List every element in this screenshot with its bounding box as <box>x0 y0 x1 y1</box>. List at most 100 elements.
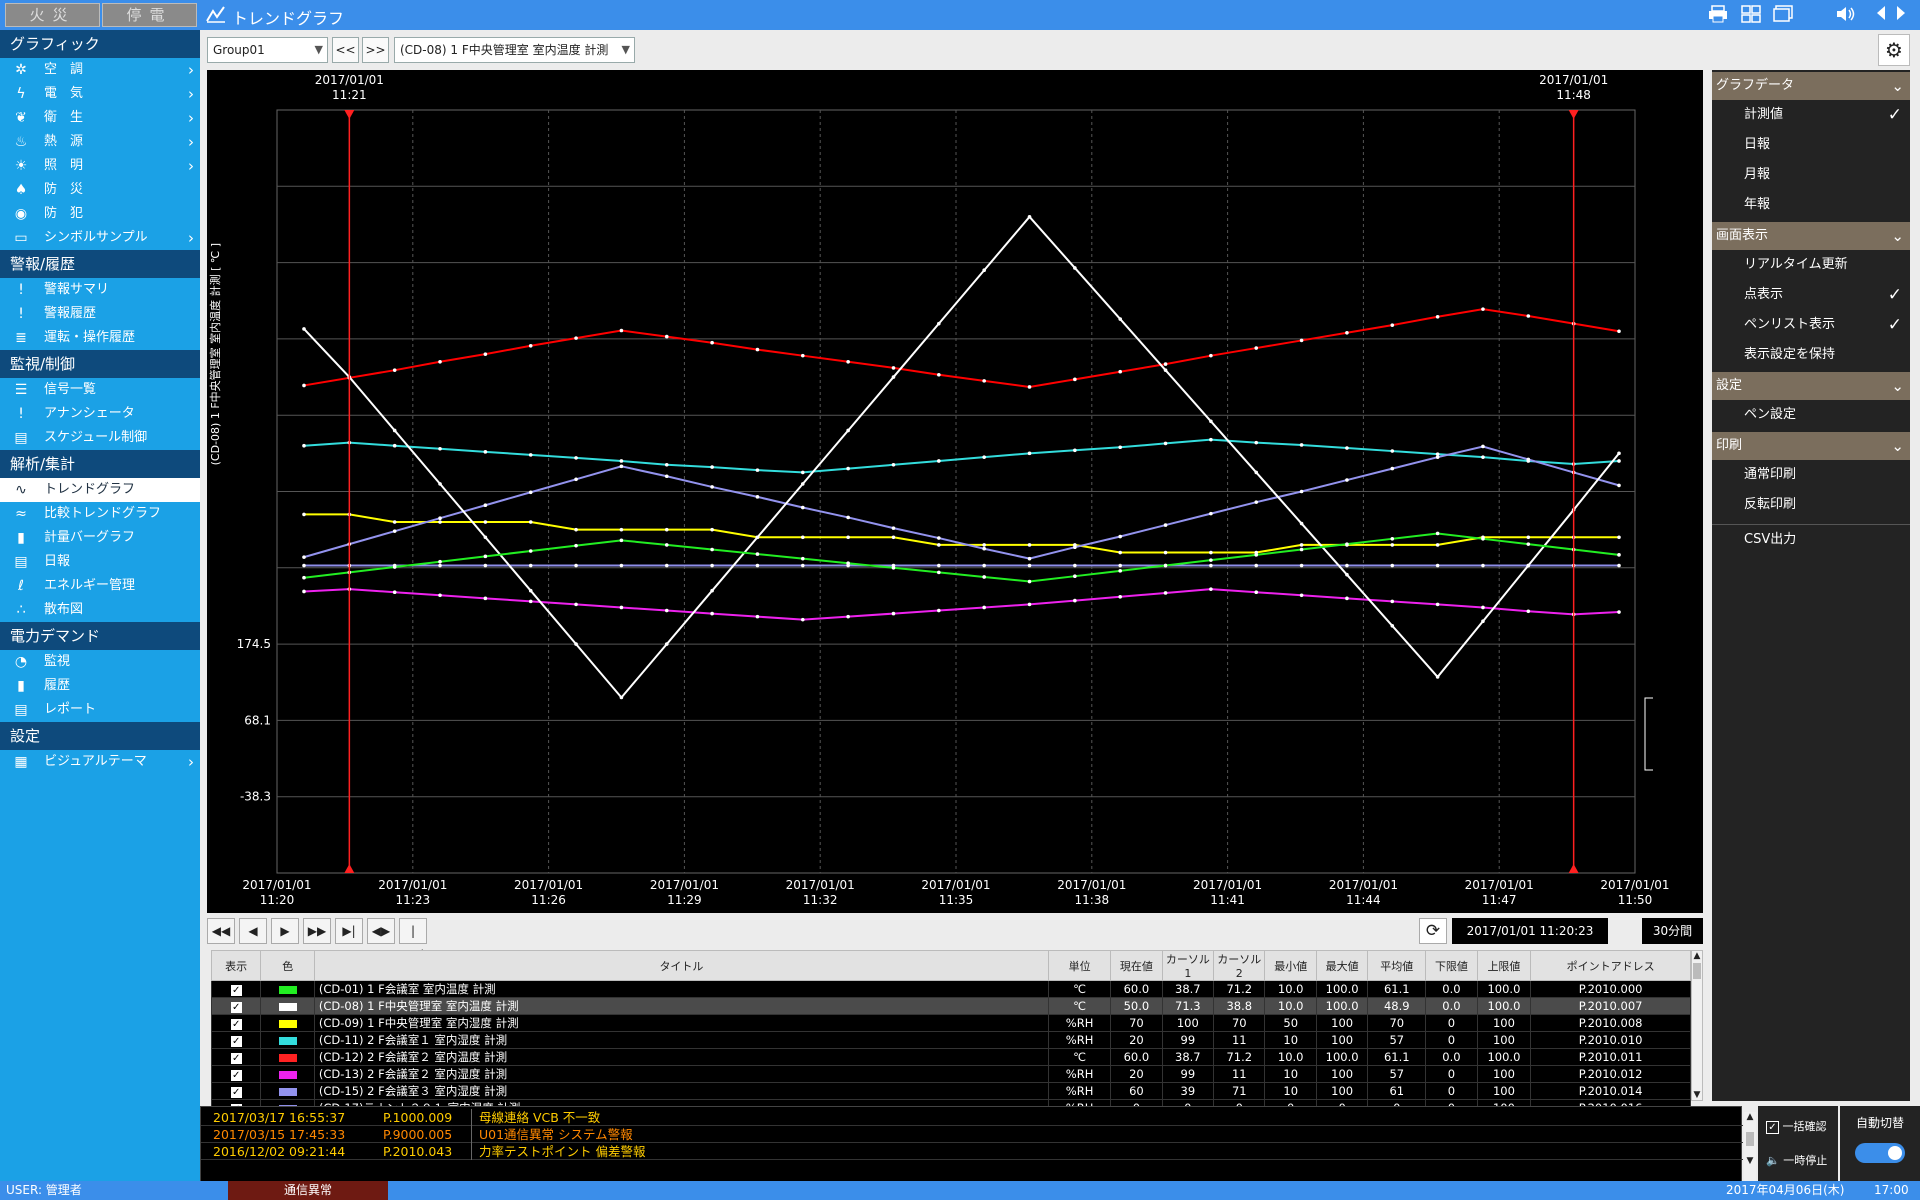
refresh-icon[interactable]: ⟳ <box>1419 918 1447 944</box>
column-header[interactable]: 平均値 <box>1367 950 1427 981</box>
table-scrollbar[interactable]: ▲ ▼ <box>1691 950 1703 1101</box>
column-header[interactable]: 下限値 <box>1425 950 1478 981</box>
sidebar-item[interactable]: ℓ エネルギー管理 <box>0 574 200 598</box>
panel-menu-item[interactable]: 反転印刷 <box>1712 490 1910 520</box>
panel-section-header[interactable]: 印刷 ⌄ <box>1712 432 1910 460</box>
jump-end-icon[interactable]: ▶| <box>335 918 363 944</box>
panel-menu-item[interactable]: 年報 <box>1712 190 1910 220</box>
printer-icon[interactable] <box>1707 5 1729 25</box>
column-header[interactable]: 単位 <box>1048 950 1112 981</box>
alarm-log-row[interactable]: 2017/03/17 16:55:37 P.1000.009 母線連絡 VCB 不一… <box>201 1109 1743 1126</box>
grid-icon[interactable] <box>1740 5 1762 25</box>
table-row[interactable]: ✓ (CD-15) 2 F会議室３ 室内湿度 計測 %RH 60 39 71 10 100 61… <box>210 1082 1691 1100</box>
next-group-button[interactable]: >> <box>362 37 389 63</box>
sidebar-item[interactable]: ▦ ビジュアルテーマ › <box>0 750 200 774</box>
table-row[interactable]: ✓ (CD-08) 1 F中央管理室 室内温度 計測 ℃ 50.0 71.3 38.8 10… <box>210 997 1691 1015</box>
table-row[interactable]: ✓ (CD-11) 2 F会議室１ 室内湿度 計測 %RH 20 99 11 10 100 57… <box>210 1031 1691 1049</box>
sidebar-item[interactable]: ☰ 信号一覧 <box>0 378 200 402</box>
sidebar-item[interactable]: ✲ 空 調 › <box>0 58 200 82</box>
visibility-checkbox[interactable]: ✓ <box>210 1048 262 1066</box>
speaker-icon[interactable] <box>1836 5 1858 25</box>
sidebar-item[interactable]: ▮ 履歴 <box>0 674 200 698</box>
column-header[interactable]: タイトル <box>313 950 1050 981</box>
pen-color-cell[interactable] <box>260 1082 315 1100</box>
prev-group-button[interactable]: << <box>332 37 359 63</box>
play-icon[interactable]: ▶ <box>271 918 299 944</box>
visibility-checkbox[interactable]: ✓ <box>210 1031 262 1049</box>
column-header[interactable]: 現在値 <box>1110 950 1163 981</box>
column-header[interactable]: 最小値 <box>1264 950 1317 981</box>
sidebar-item[interactable]: ◔ 監視 <box>0 650 200 674</box>
panel-menu-item[interactable]: 通常印刷 <box>1712 460 1910 490</box>
visibility-checkbox[interactable]: ✓ <box>210 980 262 998</box>
pen-color-cell[interactable] <box>260 1048 315 1066</box>
sidebar-item[interactable]: ▮ 計量バーグラフ <box>0 526 200 550</box>
sidebar-item[interactable]: ! 警報サマリ <box>0 278 200 302</box>
panel-menu-item[interactable]: 表示設定を保持 <box>1712 340 1910 370</box>
pen-color-cell[interactable] <box>260 1065 315 1083</box>
sidebar-item[interactable]: ! 警報履歴 <box>0 302 200 326</box>
sidebar-item[interactable]: ϟ 電 気 › <box>0 82 200 106</box>
panel-menu-item[interactable]: リアルタイム更新 <box>1712 250 1910 280</box>
sidebar-item[interactable]: ♠ 防 災 <box>0 178 200 202</box>
gear-icon[interactable]: ⚙ <box>1878 34 1910 66</box>
sidebar-item[interactable]: ∿ トレンドグラフ <box>0 478 200 502</box>
panel-section-header[interactable]: 設定 ⌄ <box>1712 372 1910 400</box>
table-row[interactable]: ✓ (CD-13) 2 F会議室２ 室内湿度 計測 %RH 20 99 11 10 100 57… <box>210 1065 1691 1083</box>
column-header[interactable]: 上限値 <box>1476 950 1532 981</box>
step-back-icon[interactable]: ◀ <box>239 918 267 944</box>
panel-section-header[interactable]: グラフデータ ⌄ <box>1712 72 1910 100</box>
panel-section-header[interactable]: 画面表示 ⌄ <box>1712 222 1910 250</box>
window-icon[interactable] <box>1772 5 1794 25</box>
visibility-checkbox[interactable]: ✓ <box>210 1082 262 1100</box>
table-row[interactable]: ✓ (CD-09) 1 F中央管理室 室内湿度 計測 %RH 70 100 70 50 100… <box>210 1014 1691 1032</box>
prev-icon[interactable] <box>1870 5 1892 25</box>
interval-select[interactable]: 30分間 <box>1642 918 1703 944</box>
power-alarm-indicator[interactable]: 停電 <box>102 3 197 27</box>
expand-icon[interactable]: ◀▶ <box>367 918 395 944</box>
next-icon[interactable] <box>1890 5 1912 25</box>
pause-button[interactable]: 🔈 一時停止 <box>1766 1152 1827 1168</box>
trend-chart[interactable]: 174.5 68.1 -38.3 (CD-08) 1 F中央管理室 室内温度 計測 [… <box>207 70 1703 913</box>
ack-all-button[interactable]: ✓ 一括確認 <box>1766 1118 1827 1134</box>
column-header[interactable]: ポイントアドレス <box>1530 950 1691 981</box>
sidebar-item[interactable]: ♨ 熱 源 › <box>0 130 200 154</box>
pen-color-cell[interactable] <box>260 980 315 998</box>
sidebar-item[interactable]: ! アナンシェータ <box>0 402 200 426</box>
panel-menu-item[interactable]: 月報 <box>1712 160 1910 190</box>
auto-switch[interactable]: 自動切替 <box>1840 1106 1920 1182</box>
sidebar-item[interactable]: ▤ レポート <box>0 698 200 722</box>
panel-menu-item[interactable]: 点表示 ✓ <box>1712 280 1910 310</box>
sidebar-item[interactable]: ≣ 運転・操作履歴 <box>0 326 200 350</box>
comm-error-indicator[interactable]: 通信異常 <box>228 1181 388 1200</box>
sidebar-item[interactable]: ▭ シンボルサンプル › <box>0 226 200 250</box>
visibility-checkbox[interactable]: ✓ <box>210 1014 262 1032</box>
table-row[interactable]: ✓ (CD-01) 1 F会議室 室内温度 計測 ℃ 60.0 38.7 71.2 10.0… <box>210 980 1691 998</box>
group-select[interactable]: Group01 ▼ <box>207 37 328 63</box>
toggle-switch[interactable] <box>1855 1143 1905 1163</box>
rewind-icon[interactable]: ◀◀ <box>207 918 235 944</box>
sidebar-item[interactable]: ▤ スケジュール制御 <box>0 426 200 450</box>
sidebar-item[interactable]: ≈ 比較トレンドグラフ <box>0 502 200 526</box>
sidebar-item[interactable]: ◉ 防 犯 <box>0 202 200 226</box>
panel-menu-item[interactable]: 計測値 ✓ <box>1712 100 1910 130</box>
fire-alarm-indicator[interactable]: 火災 <box>5 3 100 27</box>
column-header[interactable]: 色 <box>260 950 315 981</box>
table-row[interactable]: ✓ (CD-12) 2 F会議室２ 室内温度 計測 ℃ 60.0 38.7 71.2 10.… <box>210 1048 1691 1066</box>
sidebar-item[interactable]: ▤ 日報 <box>0 550 200 574</box>
alarm-log-row[interactable]: 2017/03/15 17:45:33 P.9000.005 U01通信異常 システ… <box>201 1126 1743 1143</box>
sidebar-item[interactable]: ∴ 散布図 <box>0 598 200 622</box>
pen-color-cell[interactable] <box>260 1031 315 1049</box>
alarm-log-row[interactable]: 2016/12/02 09:21:44 P.2010.043 力率テストポイント 偏… <box>201 1143 1743 1160</box>
pen-color-cell[interactable] <box>260 997 315 1015</box>
sidebar-item[interactable]: ❦ 衛 生 › <box>0 106 200 130</box>
csv-export-button[interactable]: CSV出力 <box>1712 525 1910 555</box>
pen-color-cell[interactable] <box>260 1014 315 1032</box>
visibility-checkbox[interactable]: ✓ <box>210 1065 262 1083</box>
visibility-checkbox[interactable]: ✓ <box>210 997 262 1015</box>
sidebar-item[interactable]: ☀ 照 明 › <box>0 154 200 178</box>
column-header[interactable]: カーソル2 <box>1213 950 1266 981</box>
column-header[interactable]: カーソル1 <box>1161 950 1215 981</box>
column-header[interactable]: 表示 <box>210 950 262 981</box>
panel-menu-item[interactable]: ペン設定 <box>1712 400 1910 430</box>
